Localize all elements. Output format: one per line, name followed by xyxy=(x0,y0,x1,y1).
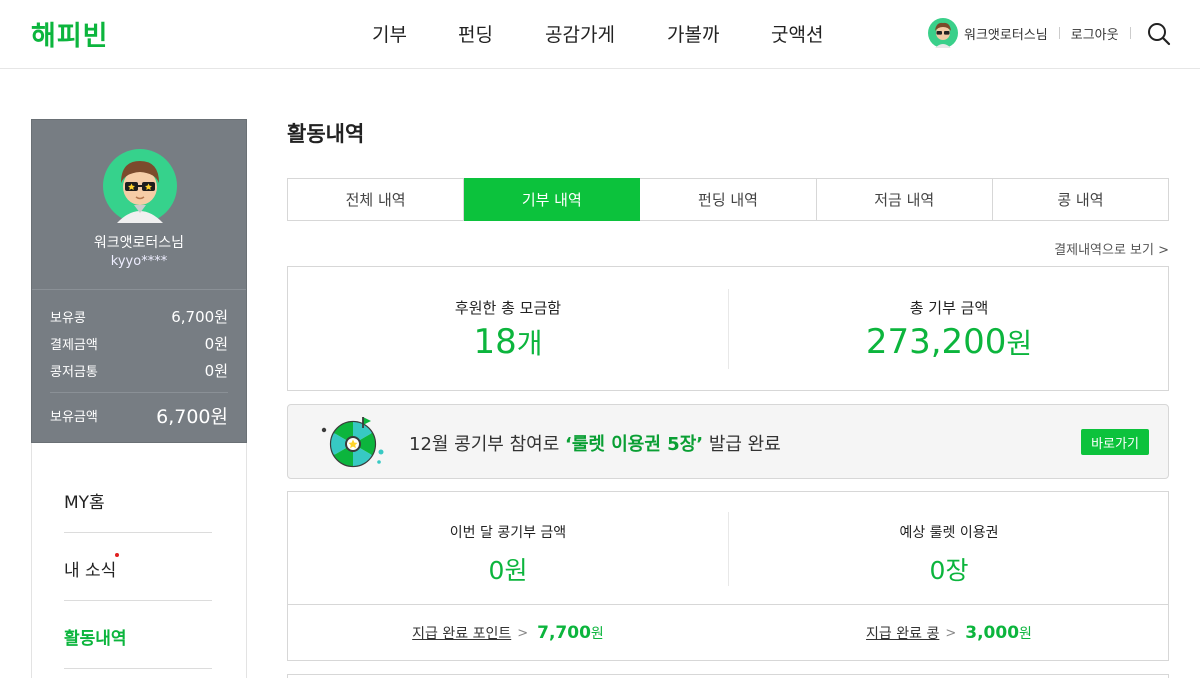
banner-text-before: 12월 콩기부 참여로 xyxy=(409,434,565,455)
banner-text-after: 발급 완료 xyxy=(703,434,781,455)
stat-label: 콩저금통 xyxy=(50,365,98,380)
profile-avatar-icon[interactable] xyxy=(103,149,177,223)
donation-summary: 후원한 총 모금함 18개 총 기부 금액 273,200원 xyxy=(287,266,1169,391)
paid-beans-value: 3,000원 xyxy=(965,623,1032,643)
stat-label: 보유금액 xyxy=(50,410,98,425)
profile-id: kyyo**** xyxy=(110,254,168,269)
monthly-label: 이번 달 콩기부 금액 xyxy=(449,525,567,541)
payment-history-link[interactable]: 결제내역으로 보기 > xyxy=(1054,239,1169,258)
summary-number: 18 xyxy=(473,322,517,362)
summary-number: 273,200 xyxy=(865,322,1007,362)
nav-funding[interactable]: 펀딩 xyxy=(458,20,493,47)
stat-value: 0원 xyxy=(204,362,228,380)
menu-item-news[interactable]: 내 소식 xyxy=(64,533,212,601)
monthly-donation-amount: 이번 달 콩기부 금액 0원 xyxy=(288,492,728,604)
monthly-bean-donation: 이번 달 콩기부 금액 0원 예상 룰렛 이용권 0장 지급 완료 포인트 > … xyxy=(287,491,1169,661)
summary-value: 18개 xyxy=(288,322,728,362)
stat-value: 0원 xyxy=(204,335,228,353)
stat-label: 보유콩 xyxy=(50,311,86,326)
summary-fundraisers: 후원한 총 모금함 18개 xyxy=(288,267,728,390)
profile-name: 워크앳로터스님 xyxy=(93,235,185,251)
profile-stats: 보유콩 6,700원 결제금액 0원 콩저금통 0원 보유금액 6,700원 xyxy=(32,289,246,428)
nav-donate[interactable]: 기부 xyxy=(372,20,407,47)
chevron-right-icon: > xyxy=(517,625,529,641)
paid-points-unit: 원 xyxy=(590,626,604,642)
tab-donation[interactable]: 기부 내역 xyxy=(464,178,641,221)
nav-good-action[interactable]: 굿액션 xyxy=(771,20,823,47)
user-area: 워크앳로터스님 로그아웃 xyxy=(928,17,1142,49)
summary-unit: 개 xyxy=(516,327,543,360)
user-avatar-icon[interactable] xyxy=(928,18,958,48)
summary-label: 후원한 총 모금함 xyxy=(454,299,562,317)
paid-points-row: 지급 완료 포인트 > 7,700원 xyxy=(288,605,728,661)
history-tabs: 전체 내역 기부 내역 펀딩 내역 저금 내역 콩 내역 xyxy=(287,178,1170,221)
next-section-box xyxy=(287,674,1169,678)
new-notification-dot xyxy=(115,553,119,557)
paid-points-link[interactable]: 지급 완료 포인트 xyxy=(412,623,511,643)
menu-item-label: 내 소식 xyxy=(64,561,117,581)
paid-beans-row: 지급 완료 콩 > 3,000원 xyxy=(729,605,1169,661)
tab-funding[interactable]: 펀딩 내역 xyxy=(640,178,817,221)
user-name[interactable]: 워크앳로터스님 xyxy=(964,24,1048,43)
chevron-right-icon: > xyxy=(945,625,957,641)
search-icon[interactable] xyxy=(1146,21,1172,47)
banner-message: 12월 콩기부 참여로 ‘룰렛 이용권 5장’ 발급 완료 xyxy=(409,430,781,456)
stat-total-balance: 보유금액 6,700원 xyxy=(50,402,228,429)
tab-all[interactable]: 전체 내역 xyxy=(287,178,465,221)
menu-item-activity[interactable]: 활동내역 xyxy=(64,601,212,669)
stat-label: 결제금액 xyxy=(50,338,98,353)
banner-highlight: ‘룰렛 이용권 5장’ xyxy=(565,434,704,455)
divider xyxy=(1058,27,1060,39)
menu-item-label: 활동내역 xyxy=(64,629,127,649)
menu-item-label: MY홈 xyxy=(64,493,105,513)
expected-roulette-tickets: 예상 룰렛 이용권 0장 xyxy=(729,492,1169,604)
divider xyxy=(1129,27,1131,39)
paid-points-number: 7,700 xyxy=(537,623,591,643)
summary-label: 총 기부 금액 xyxy=(909,299,989,317)
summary-unit: 원 xyxy=(1006,327,1033,360)
stat-bean-balance: 보유콩 6,700원 xyxy=(50,306,228,327)
monthly-label: 예상 룰렛 이용권 xyxy=(899,525,999,541)
stat-value: 6,700원 xyxy=(156,406,228,428)
divider xyxy=(50,392,228,393)
paid-points-value: 7,700원 xyxy=(537,623,604,643)
summary-value: 273,200원 xyxy=(729,322,1169,362)
nav-explore[interactable]: 가볼까 xyxy=(667,20,719,47)
paid-beans-number: 3,000 xyxy=(965,623,1020,643)
top-header: 해피빈 기부 펀딩 공감가게 가볼까 굿액션 워크앳로터스님 로그아웃 xyxy=(0,0,1200,69)
page-title: 활동내역 xyxy=(287,122,365,146)
profile-panel: 워크앳로터스님 kyyo**** 보유콩 6,700원 결제금액 0원 콩저금통… xyxy=(31,119,247,443)
roulette-wheel-icon xyxy=(321,417,384,468)
menu-item-my-home[interactable]: MY홈 xyxy=(64,465,212,533)
side-menu: MY홈 내 소식 활동내역 xyxy=(31,443,247,678)
logout-link[interactable]: 로그아웃 xyxy=(1071,24,1119,43)
tab-savings[interactable]: 저금 내역 xyxy=(816,178,993,221)
monthly-value: 0원 xyxy=(488,556,528,585)
go-now-button[interactable]: 바로가기 xyxy=(1081,429,1149,455)
paid-beans-unit: 원 xyxy=(1019,626,1032,642)
paid-beans-link[interactable]: 지급 완료 콩 xyxy=(866,623,939,643)
monthly-value: 0장 xyxy=(929,556,969,585)
stat-payment-amount: 결제금액 0원 xyxy=(50,333,228,354)
summary-total-amount: 총 기부 금액 273,200원 xyxy=(729,267,1169,390)
tab-bean[interactable]: 콩 내역 xyxy=(992,178,1170,221)
roulette-banner: 12월 콩기부 참여로 ‘룰렛 이용권 5장’ 발급 완료 바로가기 xyxy=(287,404,1169,479)
stat-value: 6,700원 xyxy=(171,308,228,326)
nav-shop[interactable]: 공감가게 xyxy=(545,20,615,47)
stat-bean-bank: 콩저금통 0원 xyxy=(50,360,228,381)
